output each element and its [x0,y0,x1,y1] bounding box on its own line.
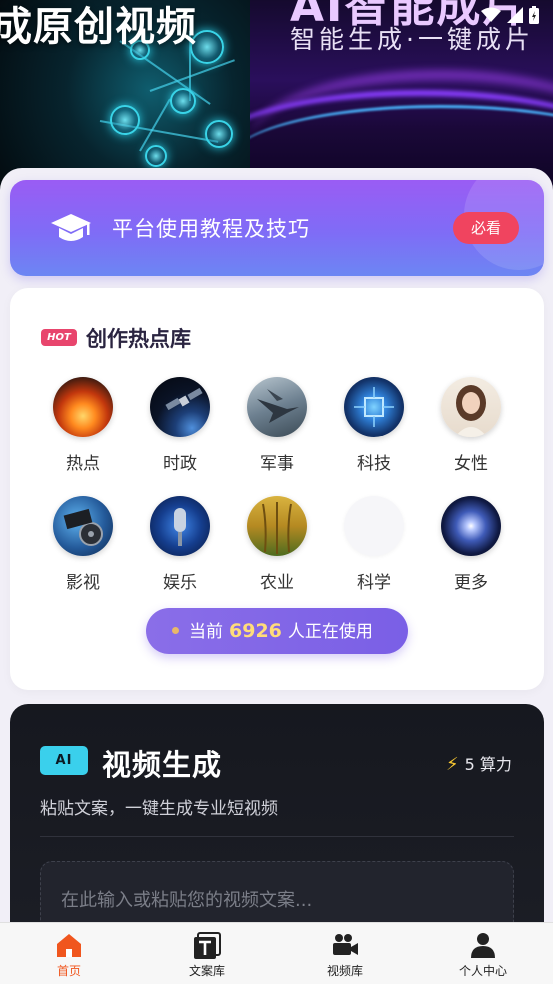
film-reel-image [53,496,113,556]
science-placeholder-image [344,496,404,556]
person-icon [469,931,497,959]
users-prefix: 当前 [189,622,223,642]
battery-icon [529,6,539,28]
ai-badge: AI [40,746,88,775]
graduation-cap-icon [50,210,92,246]
hotspot-title: 创作热点库 [86,327,191,351]
divider [40,836,514,837]
status-bar-icons [481,6,539,28]
users-suffix: 人正在使用 [287,622,373,642]
text-library-icon [193,931,221,959]
nav-home[interactable]: 首页 [19,923,119,984]
woman-portrait-image [441,377,501,437]
video-generation-subtitle: 粘贴文案，一键生成专业短视频 [40,799,278,819]
video-generation-title: 视频生成 [102,748,223,782]
galaxy-image [441,496,501,556]
active-users-pill: 当前 6926 人正在使用 [146,608,408,654]
compute-power-indicator: ⚡ 5 算力 [446,751,512,775]
category-science[interactable]: 科学 [334,496,414,593]
category-politics[interactable]: 时政 [140,377,220,474]
wheat-image [247,496,307,556]
signal-icon [507,7,523,27]
category-film[interactable]: 影视 [43,496,123,593]
category-agriculture[interactable]: 农业 [237,496,317,593]
microphone-image [150,496,210,556]
fighter-jet-image [247,377,307,437]
nav-text-library[interactable]: 文案库 [157,923,257,984]
bottom-nav: 首页 文案库 视频库 个人中心 [0,922,553,984]
satellite-image [150,377,210,437]
wifi-icon [481,7,501,27]
status-dot [172,626,179,634]
banner-left-text: 成原创视频 [0,4,197,50]
nav-video-library[interactable]: 视频库 [295,923,395,984]
category-hot[interactable]: 热点 [43,377,123,474]
video-camera-icon [331,931,359,959]
chip-image [344,377,404,437]
tutorial-label: 平台使用教程及技巧 [112,217,310,241]
power-unit: 算力 [479,755,512,774]
home-icon [55,931,83,959]
category-more[interactable]: 更多 [431,496,511,593]
category-women[interactable]: 女性 [431,377,511,474]
lightning-icon: ⚡ [446,754,459,775]
must-watch-button[interactable]: 必看 [453,212,519,244]
bonfire-image [53,377,113,437]
nav-profile[interactable]: 个人中心 [433,923,533,984]
hot-badge: HOT [41,329,77,346]
category-tech[interactable]: 科技 [334,377,414,474]
category-entertainment[interactable]: 娱乐 [140,496,220,593]
power-value: 5 [464,755,475,774]
category-military[interactable]: 军事 [237,377,317,474]
users-count: 6926 [229,620,282,642]
